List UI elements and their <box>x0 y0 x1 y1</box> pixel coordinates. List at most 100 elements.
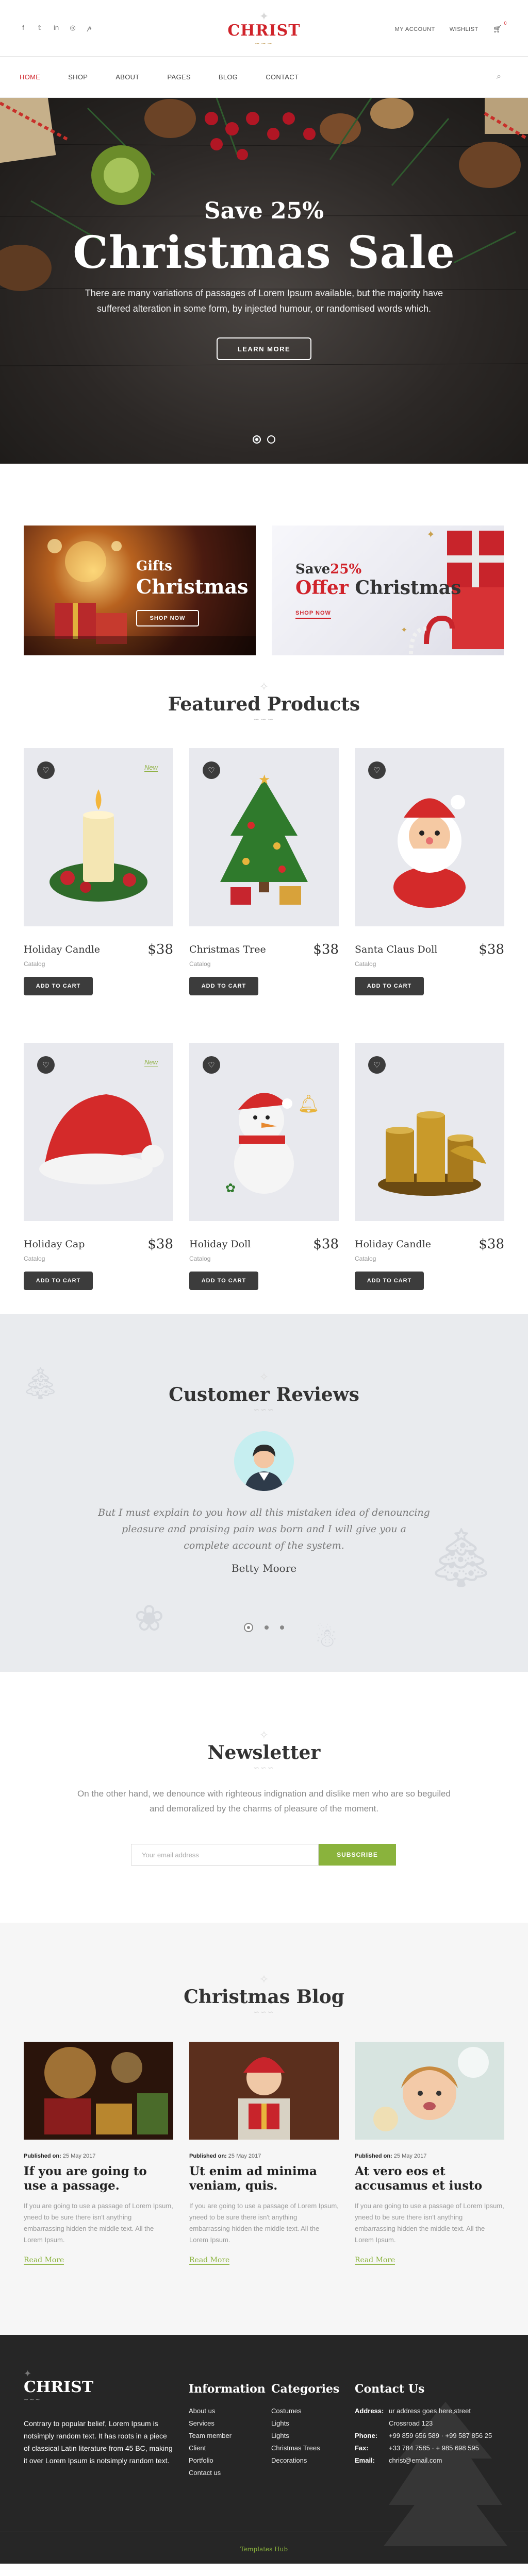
product-image[interactable]: ♡ <box>355 1043 504 1221</box>
subscribe-button[interactable]: SUBSCRIBE <box>319 1844 396 1866</box>
wishlist-heart-icon[interactable]: ♡ <box>368 1056 386 1074</box>
product-category[interactable]: Catalog <box>355 1255 504 1262</box>
gifts-banner-line1: Gifts <box>136 558 172 574</box>
wishlist-heart-icon[interactable]: ♡ <box>368 761 386 779</box>
blog-post-title[interactable]: At vero eos et accusamus et iusto <box>355 2164 504 2193</box>
footer-about-text: Contrary to popular belief, Lorem Ipsum … <box>24 2419 173 2465</box>
slider-dot-1[interactable] <box>253 435 261 444</box>
email-input[interactable]: Your email address <box>131 1844 319 1866</box>
review-dot-1[interactable] <box>244 1623 253 1632</box>
offer-shop-now-button[interactable]: SHOP NOW <box>295 610 331 619</box>
logo-star-icon: ✦ <box>24 2368 32 2379</box>
nav-item[interactable]: BLOG <box>219 73 238 81</box>
product-category[interactable]: Catalog <box>24 960 173 968</box>
product-image[interactable]: ♡ New <box>24 1043 173 1221</box>
product-image[interactable]: 🔔︎ ✿ ♡ <box>189 1043 339 1221</box>
footer-information: Information About us Services Team member C… <box>189 2382 266 2479</box>
add-to-cart-button[interactable]: ADD TO CART <box>24 977 93 995</box>
product-image[interactable]: ♡ New <box>24 748 173 926</box>
footer-info-link[interactable]: About us <box>189 2405 266 2417</box>
nav-item[interactable]: SHOP <box>68 73 88 81</box>
blog-post-image[interactable] <box>189 2042 339 2140</box>
read-more-link[interactable]: Read More <box>24 2256 64 2265</box>
footer-info-link[interactable]: Portfolio <box>189 2454 266 2467</box>
offer-banner-line1: Save25% <box>295 562 361 577</box>
search-icon[interactable]: ⌕ <box>497 72 501 81</box>
blog-post-title[interactable]: Ut enim ad minima veniam, quis. <box>189 2164 339 2193</box>
blog-post-image[interactable] <box>355 2042 504 2140</box>
add-to-cart-button[interactable]: ADD TO CART <box>24 1272 93 1290</box>
footer-info-link[interactable]: Services <box>189 2417 266 2430</box>
nav-item[interactable]: CONTACT <box>266 73 299 81</box>
wishlist-heart-icon[interactable]: ♡ <box>203 1056 220 1074</box>
gifts-banner[interactable]: Gifts Christmas SHOP NOW <box>24 526 256 655</box>
my-account-link[interactable]: MY ACCOUNT <box>395 26 435 32</box>
add-to-cart-button[interactable]: ADD TO CART <box>355 977 424 995</box>
add-to-cart-button[interactable]: ADD TO CART <box>189 977 258 995</box>
footer-info-link[interactable]: Contact us <box>189 2467 266 2479</box>
footer-logo[interactable]: ✦ CHRIST ∼∼∼ <box>24 2369 93 2403</box>
footer-category-link[interactable]: Costumes <box>271 2405 339 2417</box>
nav-item[interactable]: HOME <box>20 73 40 81</box>
review-quote: But I must explain to you how all this m… <box>98 1507 430 1551</box>
read-more-link[interactable]: Read More <box>355 2256 395 2265</box>
product-card[interactable]: ♡ New Holiday Cap $38 Catalog ADD TO CART <box>24 1043 173 1290</box>
wishlist-heart-icon[interactable]: ♡ <box>37 761 55 779</box>
product-image[interactable]: ♡ <box>355 748 504 926</box>
slider-dot-2[interactable] <box>267 435 275 444</box>
gifts-shop-now-button[interactable]: SHOP NOW <box>136 610 199 626</box>
product-info: Holiday Doll $38 <box>189 1236 339 1252</box>
review-dot-3[interactable] <box>280 1625 284 1630</box>
heading-swirl-icon: ∽∽∽ <box>253 2008 275 2016</box>
site-logo[interactable]: ✦ CHRIST ∼∼∼ <box>227 11 300 47</box>
pinterest-icon[interactable]: 𝓅 <box>86 24 93 32</box>
facebook-icon[interactable]: f <box>20 24 27 32</box>
product-title[interactable]: Christmas Tree <box>189 944 266 955</box>
review-dot-2[interactable] <box>265 1625 269 1630</box>
twitter-icon[interactable]: 𝕥 <box>36 24 43 32</box>
product-card[interactable]: ♡ Santa Claus Doll $38 Catalog ADD TO CART <box>355 748 504 995</box>
product-image[interactable]: ★ ♡ <box>189 748 339 926</box>
product-title[interactable]: Holiday Candle <box>24 944 100 955</box>
nav-item[interactable]: ABOUT <box>116 73 139 81</box>
product-info: Holiday Candle $38 <box>24 942 173 957</box>
copyright-link[interactable]: Templates Hub <box>240 2546 288 2553</box>
wishlist-heart-icon[interactable]: ♡ <box>203 761 220 779</box>
instagram-icon[interactable]: ◎ <box>69 24 76 32</box>
wishlist-heart-icon[interactable]: ♡ <box>37 1056 55 1074</box>
footer-info-link[interactable]: Team member <box>189 2430 266 2442</box>
product-category[interactable]: Catalog <box>355 960 504 968</box>
nav-item[interactable]: PAGES <box>168 73 191 81</box>
footer-category-link[interactable]: Christmas Trees <box>271 2442 339 2454</box>
newsletter-form: Your email address SUBSCRIBE <box>131 1844 396 1866</box>
heading-swirl-icon: ∽∽∽ <box>253 1405 275 1414</box>
add-to-cart-button[interactable]: ADD TO CART <box>355 1272 424 1290</box>
svg-text:✦: ✦ <box>426 529 435 540</box>
product-title[interactable]: Holiday Candle <box>355 1239 431 1250</box>
footer-category-link[interactable]: Lights <box>271 2417 339 2430</box>
product-card[interactable]: ♡ Holiday Candle $38 Catalog ADD TO CART <box>355 1043 504 1290</box>
product-category[interactable]: Catalog <box>189 1255 339 1262</box>
read-more-link[interactable]: Read More <box>189 2256 230 2265</box>
product-title[interactable]: Holiday Cap <box>24 1239 85 1250</box>
footer-category-link[interactable]: Lights <box>271 2430 339 2442</box>
product-card[interactable]: ★ ♡ Christmas Tree $38 Catalog ADD TO CART <box>189 748 339 995</box>
product-title[interactable]: Holiday Doll <box>189 1239 251 1250</box>
linkedin-icon[interactable]: in <box>53 24 60 32</box>
product-category[interactable]: Catalog <box>189 960 339 968</box>
product-title[interactable]: Santa Claus Doll <box>355 944 437 955</box>
footer-info-link[interactable]: Client <box>189 2442 266 2454</box>
offer-banner-line2: Offer Christmas <box>295 577 461 599</box>
product-card[interactable]: 🔔︎ ✿ ♡ Holiday Doll $38 Catalog ADD TO CART <box>189 1043 339 1290</box>
cart-button[interactable]: 🛒︎ 0 <box>493 21 507 33</box>
product-category[interactable]: Catalog <box>24 1255 173 1262</box>
learn-more-button[interactable]: LEARN MORE <box>217 337 311 360</box>
product-card[interactable]: ♡ New Holiday Candle $38 Catalog ADD TO CART <box>24 748 173 995</box>
contact-value: +99 859 656 589 · +99 587 856 25 <box>389 2432 492 2439</box>
offer-banner[interactable]: ✦ ✦ Save25% Offer Christmas SHOP NOW <box>272 526 504 655</box>
wishlist-link[interactable]: WISHLIST <box>450 26 478 32</box>
footer-category-link[interactable]: Decorations <box>271 2454 339 2467</box>
blog-post-title[interactable]: If you are going to use a passage. <box>24 2164 173 2193</box>
blog-post-image[interactable] <box>24 2042 173 2140</box>
add-to-cart-button[interactable]: ADD TO CART <box>189 1272 258 1290</box>
